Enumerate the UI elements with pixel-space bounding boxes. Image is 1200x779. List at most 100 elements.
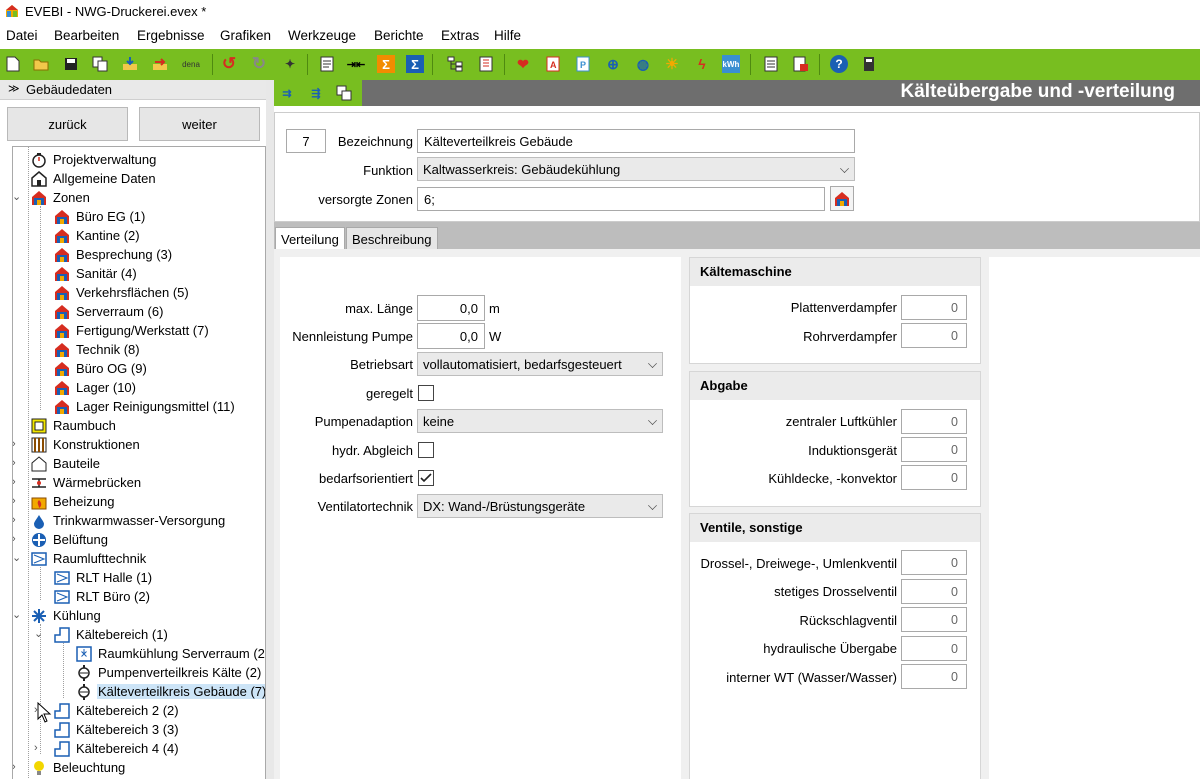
expand-chevron-icon[interactable]: › — [13, 477, 22, 488]
globe-icon[interactable]: ◍ — [634, 55, 652, 73]
menu-datei[interactable]: Datei — [6, 28, 38, 43]
tab-beschreibung[interactable]: Beschreibung — [346, 227, 438, 250]
open-folder-icon[interactable] — [32, 55, 50, 73]
tree-item-kaelteverteilkreis-gebaeude[interactable]: Kälteverteilkreis Gebäude (7) — [76, 682, 265, 701]
pdf-report-icon[interactable] — [792, 55, 810, 73]
expand-chevron-icon[interactable]: › — [13, 439, 22, 450]
report-a-icon[interactable]: A — [544, 55, 562, 73]
tree-item-zonen[interactable]: Zonen — [31, 188, 91, 207]
geregelt-checkbox[interactable] — [418, 385, 434, 401]
rueckschlagventil-field[interactable]: 0 — [901, 607, 967, 632]
hydraulische-uebergabe-field[interactable]: 0 — [901, 636, 967, 661]
expand-chevron-icon[interactable]: ⌄ — [34, 629, 44, 640]
tree-item-raumkuehlung-serverraum[interactable]: Raumkühlung Serverraum (2) — [76, 644, 265, 663]
tree-item-zone-8[interactable]: Technik (8) — [54, 340, 141, 359]
tree-item-beheizung[interactable]: Beheizung — [31, 492, 115, 511]
energy-icon[interactable]: kWh — [722, 55, 740, 73]
left-panel-header[interactable]: ≫ Gebäudedaten — [0, 80, 270, 100]
export-icon[interactable] — [151, 55, 169, 73]
expand-chevron-icon[interactable]: › — [34, 743, 44, 754]
tree-item-kaeltebereich-3[interactable]: Kältebereich 3 (3) — [54, 720, 180, 739]
plattenverdampfer-field[interactable]: 0 — [901, 295, 967, 320]
copy-icon[interactable] — [91, 55, 109, 73]
tree-item-zone-11[interactable]: Lager Reinigungsmittel (11) — [54, 397, 236, 416]
expand-chevron-icon[interactable]: › — [13, 496, 22, 507]
tree-item-kaeltebereich-2[interactable]: Kältebereich 2 (2) — [54, 701, 180, 720]
number-field[interactable]: 7 — [286, 129, 326, 153]
back-button[interactable]: zurück — [7, 107, 128, 141]
document-icon[interactable] — [318, 55, 336, 73]
tree-item-zone-2[interactable]: Kantine (2) — [54, 226, 141, 245]
menu-berichte[interactable]: Berichte — [374, 28, 424, 43]
redo-icon[interactable]: ↻ — [250, 54, 268, 73]
menu-werkzeuge[interactable]: Werkzeuge — [288, 28, 356, 43]
tree-item-zone-4[interactable]: Sanitär (4) — [54, 264, 138, 283]
expand-chevron-icon[interactable]: › — [13, 458, 22, 469]
tree-item-projektverwaltung[interactable]: Projektverwaltung — [31, 150, 157, 169]
expand-chevron-icon[interactable]: ⌄ — [13, 610, 22, 621]
panel-splitter[interactable] — [266, 80, 274, 779]
tab-verteilung[interactable]: Verteilung — [275, 227, 345, 250]
list-icon[interactable] — [477, 55, 495, 73]
expand-chevron-icon[interactable]: ⌄ — [13, 553, 22, 564]
import-icon[interactable] — [121, 55, 139, 73]
abgleich-checkbox[interactable] — [418, 442, 434, 458]
menu-hilfe[interactable]: Hilfe — [494, 28, 521, 43]
betriebsart-select[interactable]: vollautomatisiert, bedarfsgesteuert — [417, 352, 663, 376]
expand-chevron-icon[interactable]: ⌄ — [13, 192, 22, 203]
bedarf-checkbox[interactable] — [418, 470, 434, 486]
tree-item-zone-3[interactable]: Besprechung (3) — [54, 245, 173, 264]
duplicate-icon[interactable] — [335, 84, 353, 102]
ventilator-select[interactable]: DX: Wand-/Brüstungsgeräte — [417, 494, 663, 518]
tree-item-zone-7[interactable]: Fertigung/Werkstatt (7) — [54, 321, 210, 340]
next-button[interactable]: weiter — [139, 107, 260, 141]
interner-wt-field[interactable]: 0 — [901, 664, 967, 689]
menu-extras[interactable]: Extras — [441, 28, 479, 43]
collapse-chevrons-icon[interactable]: ≫ — [8, 82, 20, 95]
laenge-field[interactable]: 0,0 — [417, 295, 485, 321]
tree-item-pumpenverteilkreis-kaelte[interactable]: Pumpenverteilkreis Kälte (2) — [76, 663, 262, 682]
tree-item-zone-6[interactable]: Serverraum (6) — [54, 302, 164, 321]
tree-item-kuehlung[interactable]: Kühlung — [31, 606, 102, 625]
arrange-icon[interactable]: ⇥⇤ — [347, 55, 365, 73]
tree-item-rlt-buero[interactable]: RLT Büro (2) — [54, 587, 151, 606]
tree-item-raumbuch[interactable]: Raumbuch — [31, 416, 117, 435]
expand-chevron-icon[interactable]: › — [13, 762, 22, 773]
tree-item-zone-1[interactable]: Büro EG (1) — [54, 207, 146, 226]
tree-item-zone-9[interactable]: Büro OG (9) — [54, 359, 148, 378]
new-file-icon[interactable] — [4, 55, 22, 73]
tree-item-bauteile[interactable]: Bauteile — [31, 454, 101, 473]
bezeichnung-field[interactable]: Kälteverteilkreis Gebäude — [417, 129, 855, 153]
building-tree[interactable]: Projektverwaltung Allgemeine Daten ⌄ Zon… — [12, 146, 266, 779]
menu-bearbeiten[interactable]: Bearbeiten — [54, 28, 119, 43]
structure-icon[interactable] — [446, 55, 464, 73]
calculator-icon[interactable] — [860, 55, 878, 73]
tree-item-konstruktionen[interactable]: Konstruktionen — [31, 435, 141, 454]
tree-item-waermebruecken[interactable]: Wärmebrücken — [31, 473, 142, 492]
lightning-icon[interactable]: ϟ — [693, 55, 711, 73]
report-p-icon[interactable]: P — [574, 55, 592, 73]
adaption-select[interactable]: keine — [417, 409, 663, 433]
expand-chevron-icon[interactable]: › — [13, 534, 22, 545]
funktion-select[interactable]: Kaltwasserkreis: Gebäudekühlung — [417, 157, 855, 181]
undo-icon[interactable]: ↺ — [220, 54, 238, 73]
zoom-icon[interactable]: ⊕ — [604, 55, 622, 73]
tree-item-zone-10[interactable]: Lager (10) — [54, 378, 137, 397]
checklist-icon[interactable] — [762, 55, 780, 73]
sum-orange-icon[interactable]: Σ — [377, 55, 395, 73]
tree-item-kaeltebereich-4[interactable]: Kältebereich 4 (4) — [54, 739, 180, 758]
dena-icon[interactable]: dena — [180, 55, 202, 73]
kuehldecke-field[interactable]: 0 — [901, 465, 967, 490]
select-zones-button[interactable] — [830, 186, 854, 211]
sun-icon[interactable]: ☀ — [663, 55, 681, 73]
help-icon[interactable]: ? — [830, 55, 848, 73]
sum-blue-icon[interactable]: Σ — [406, 55, 424, 73]
induktionsgeraet-field[interactable]: 0 — [901, 437, 967, 462]
expand-chevron-icon[interactable]: › — [13, 515, 22, 526]
menu-ergebnisse[interactable]: Ergebnisse — [137, 28, 205, 43]
tree-item-allgemeine-daten[interactable]: Allgemeine Daten — [31, 169, 157, 188]
tree-item-trinkwarmwasser[interactable]: Trinkwarmwasser-Versorgung — [31, 511, 226, 530]
save-icon[interactable] — [62, 55, 80, 73]
tree-item-kaeltebereich-1[interactable]: Kältebereich (1) — [54, 625, 169, 644]
menu-grafiken[interactable]: Grafiken — [220, 28, 271, 43]
